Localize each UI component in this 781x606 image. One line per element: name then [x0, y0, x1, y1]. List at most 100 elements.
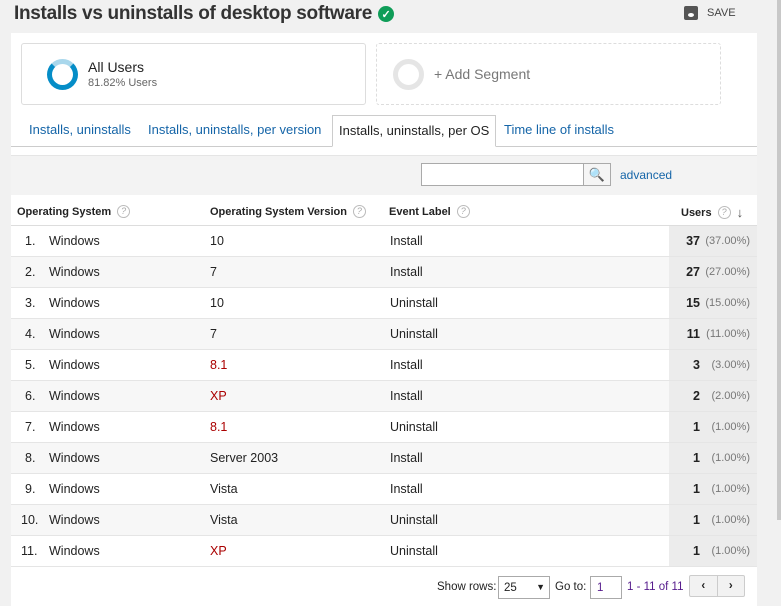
add-segment-button[interactable]: + Add Segment [376, 43, 721, 105]
save-button[interactable]: SAVE [684, 6, 736, 20]
cell-os-version[interactable]: 10 [210, 296, 224, 310]
cell-os-version[interactable]: Vista [210, 513, 238, 527]
cell-users: 3 (3.00%) [669, 350, 757, 380]
cell-os[interactable]: Windows [49, 265, 100, 279]
table-row: 6. Windows XP Install 2 (2.00%) [11, 381, 757, 412]
table-row: 7. Windows 8.1 Uninstall 1 (1.00%) [11, 412, 757, 443]
cell-event-label[interactable]: Install [390, 234, 423, 248]
cell-os[interactable]: Windows [49, 513, 100, 527]
users-percent: (1.00%) [711, 421, 750, 433]
table-row: 8. Windows Server 2003 Install 1 (1.00%) [11, 443, 757, 474]
report-tabs: Installs, uninstalls Installs, uninstall… [11, 115, 757, 147]
search-icon: 🔍 [588, 167, 606, 182]
cell-users: 1 (1.00%) [669, 474, 757, 504]
tab-installs-uninstalls[interactable]: Installs, uninstalls [29, 115, 131, 147]
cell-os-version[interactable]: 7 [210, 327, 217, 341]
cell-os[interactable]: Windows [49, 482, 100, 496]
goto-input[interactable]: 1 [590, 576, 622, 599]
row-index: 3. [25, 296, 36, 310]
cell-users: 15 (15.00%) [669, 288, 757, 318]
users-percent: (37.00%) [705, 235, 750, 247]
cell-os-version[interactable]: Server 2003 [210, 451, 278, 465]
table-row: 9. Windows Vista Install 1 (1.00%) [11, 474, 757, 505]
cell-os-version[interactable]: 10 [210, 234, 224, 248]
cell-os[interactable]: Windows [49, 358, 100, 372]
cell-os[interactable]: Windows [49, 234, 100, 248]
cell-event-label[interactable]: Uninstall [390, 420, 438, 434]
col-users[interactable]: Users? ↓ [681, 205, 743, 220]
users-count: 27 [686, 265, 700, 279]
cell-event-label[interactable]: Install [390, 451, 423, 465]
users-count: 15 [686, 296, 700, 310]
cell-os[interactable]: Windows [49, 389, 100, 403]
cell-users: 27 (27.00%) [669, 257, 757, 287]
cell-os-version[interactable]: Vista [210, 482, 238, 496]
row-index: 9. [25, 482, 36, 496]
users-count: 1 [693, 482, 700, 496]
help-icon[interactable]: ? [717, 206, 731, 219]
users-count: 1 [693, 513, 700, 527]
row-index: 5. [25, 358, 36, 372]
users-percent: (1.00%) [711, 452, 750, 464]
add-segment-label: + Add Segment [434, 66, 531, 82]
title-text: Installs vs uninstalls of desktop softwa… [14, 3, 372, 24]
col-operating-system[interactable]: Operating System? [17, 205, 131, 218]
cell-os[interactable]: Windows [49, 451, 100, 465]
cell-event-label[interactable]: Uninstall [390, 513, 438, 527]
users-count: 11 [686, 327, 700, 341]
cell-os[interactable]: Windows [49, 420, 100, 434]
cell-event-label[interactable]: Install [390, 358, 423, 372]
cell-os[interactable]: Windows [49, 327, 100, 341]
users-count: 1 [693, 544, 700, 558]
goto-label: Go to: [555, 581, 587, 593]
cell-event-label[interactable]: Install [390, 265, 423, 279]
table-header: Operating System? Operating System Versi… [11, 195, 757, 226]
cell-users: 11 (11.00%) [669, 319, 757, 349]
show-rows-select[interactable]: 25 [498, 576, 550, 599]
table-footer: Show rows: 25 Go to: 1 1 - 11 of 11 ‹› [11, 568, 757, 606]
users-percent: (1.00%) [711, 483, 750, 495]
tab-per-version[interactable]: Installs, uninstalls, per version [148, 115, 321, 147]
cell-os[interactable]: Windows [49, 296, 100, 310]
table-row: 5. Windows 8.1 Install 3 (3.00%) [11, 350, 757, 381]
help-icon[interactable]: ? [117, 205, 131, 218]
cell-event-label[interactable]: Uninstall [390, 296, 438, 310]
col-label: Operating System Version [210, 205, 347, 218]
next-page-button[interactable]: › [716, 576, 745, 596]
tab-per-os[interactable]: Installs, uninstalls, per OS [332, 115, 497, 147]
users-percent: (11.00%) [706, 328, 750, 340]
col-os-version[interactable]: Operating System Version? [210, 205, 366, 218]
page-scrollbar[interactable] [777, 0, 781, 520]
cell-os-version[interactable]: 8.1 [210, 358, 227, 372]
row-index: 10. [21, 513, 39, 527]
cell-os[interactable]: Windows [49, 544, 100, 558]
table-row: 3. Windows 10 Uninstall 15 (15.00%) [11, 288, 757, 319]
cell-os-version[interactable]: XP [210, 389, 227, 403]
cell-os-version[interactable]: XP [210, 544, 227, 558]
segment-all-users[interactable]: All Users 81.82% Users [21, 43, 366, 105]
row-index: 7. [25, 420, 36, 434]
cell-os-version[interactable]: 8.1 [210, 420, 227, 434]
search-button[interactable]: 🔍 [583, 163, 611, 186]
col-event-label[interactable]: Event Label? [389, 205, 470, 218]
table-row: 4. Windows 7 Uninstall 11 (11.00%) [11, 319, 757, 350]
tab-timeline[interactable]: Time line of installs [504, 115, 614, 147]
col-label: Operating System [17, 205, 112, 218]
users-percent: (1.00%) [711, 514, 750, 526]
cell-event-label[interactable]: Install [390, 482, 423, 496]
prev-page-button[interactable]: ‹ [690, 576, 717, 596]
cell-os-version[interactable]: 7 [210, 265, 217, 279]
table-row: 10. Windows Vista Uninstall 1 (1.00%) [11, 505, 757, 536]
cell-event-label[interactable]: Install [390, 389, 423, 403]
advanced-link[interactable]: advanced [620, 168, 672, 182]
cell-event-label[interactable]: Uninstall [390, 327, 438, 341]
sort-descending-icon[interactable]: ↓ [737, 205, 744, 220]
help-icon[interactable]: ? [352, 205, 366, 218]
row-index: 11. [21, 544, 38, 558]
cell-event-label[interactable]: Uninstall [390, 544, 438, 558]
users-count: 1 [693, 451, 700, 465]
help-icon[interactable]: ? [456, 205, 470, 218]
table-search-input[interactable] [421, 163, 584, 186]
table-row: 1. Windows 10 Install 37 (37.00%) [11, 226, 757, 257]
floppy-disk-icon [684, 6, 698, 20]
